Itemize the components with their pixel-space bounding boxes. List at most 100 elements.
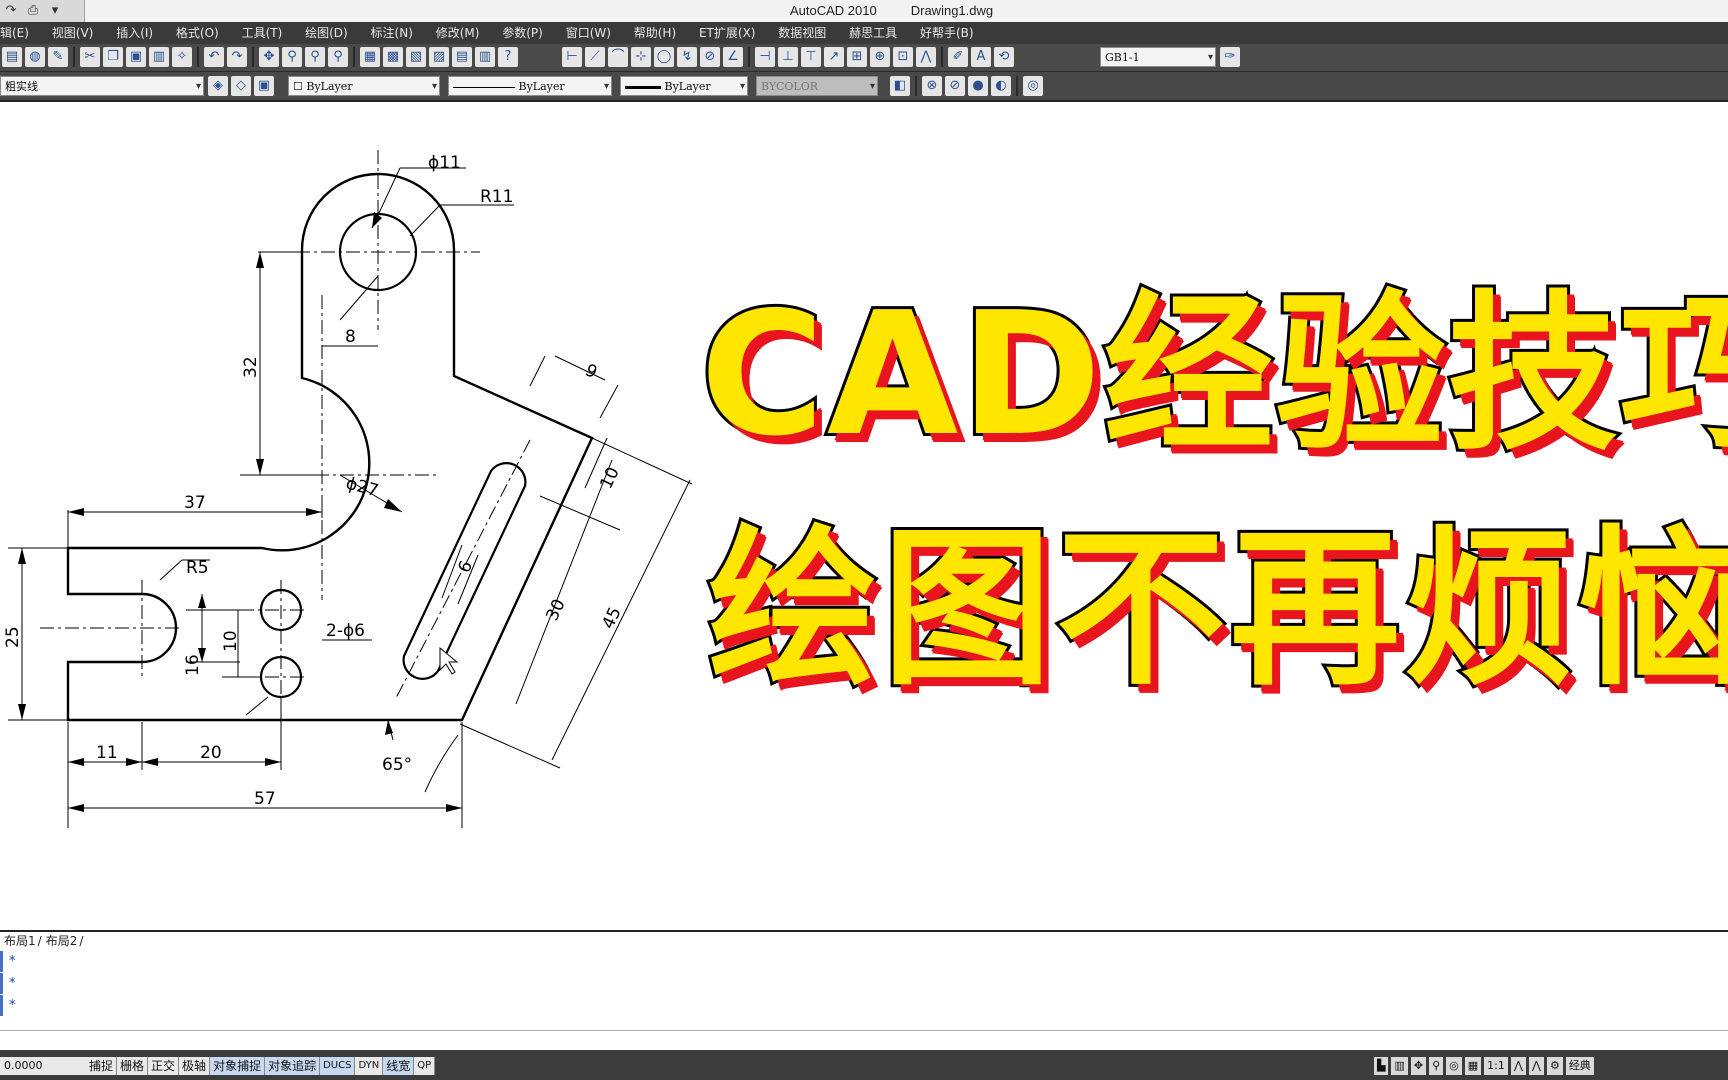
menu-express[interactable]: ET扩展(X) [689, 22, 765, 44]
workspace-switch[interactable]: 经典 [1565, 1057, 1594, 1075]
dimstyle-select[interactable]: GB1-1 ▾ [1100, 47, 1216, 67]
mode-polar[interactable]: 极轴 [179, 1057, 211, 1075]
dim-update-icon[interactable]: ⟲ [994, 47, 1014, 67]
layer-states-icon[interactable]: ▣ [254, 76, 274, 96]
visual-styles-manager-icon[interactable]: ◎ [1023, 76, 1043, 96]
match-properties-icon[interactable]: ▥ [149, 47, 169, 67]
menu-draw[interactable]: 绘图(D) [295, 22, 357, 44]
mode-qp[interactable]: QP [414, 1057, 436, 1075]
plotstyle-select[interactable]: BYCOLOR ▾ [756, 76, 878, 96]
steering-wheel-icon[interactable]: ◎ [1446, 1057, 1462, 1075]
command-window[interactable]: * * * [0, 950, 1728, 1031]
inspect-icon[interactable]: ⊡ [893, 47, 913, 67]
hidden-icon[interactable]: ⊘ [945, 76, 965, 96]
mode-lineweight[interactable]: 线宽 [383, 1057, 415, 1075]
menu-dimension[interactable]: 标注(N) [361, 22, 422, 44]
auto-scale-icon[interactable]: ⋀ [1528, 1057, 1544, 1075]
menu-insert[interactable]: 插入(I) [106, 22, 162, 44]
design-center-icon[interactable]: ▩ [383, 47, 403, 67]
mode-osnap[interactable]: 对象捕捉 [210, 1057, 266, 1075]
linear-dim-icon[interactable]: ⊢ [562, 47, 582, 67]
print-icon[interactable]: ⎙ [22, 0, 44, 22]
dim-text-edit-icon[interactable]: A [971, 47, 991, 67]
open-icon[interactable]: ▤ [2, 47, 22, 67]
help-icon[interactable]: ? [498, 47, 518, 67]
zoom-icon[interactable]: ⚲ [1429, 1057, 1444, 1075]
menu-parametric[interactable]: 参数(P) [492, 22, 552, 44]
tab-layout1[interactable]: 布局1 [0, 932, 38, 951]
menu-tools[interactable]: 工具(T) [232, 22, 292, 44]
leader-icon[interactable]: ↗ [824, 47, 844, 67]
radius-icon[interactable]: ◯ [654, 47, 674, 67]
layout-icon[interactable]: ▥ [1391, 1057, 1408, 1075]
paste-icon[interactable]: ▣ [126, 47, 146, 67]
mode-dyn[interactable]: DYN [355, 1057, 384, 1075]
linetype-select[interactable]: ByLayer ▾ [448, 76, 612, 96]
dropdown-icon[interactable]: ▾ [44, 0, 66, 22]
jog-line-icon[interactable]: ⋀ [916, 47, 936, 67]
layer-previous-icon[interactable]: ◇ [231, 76, 251, 96]
layer-select[interactable]: 粗实线 ▾ [0, 76, 204, 96]
copy-icon[interactable]: ❐ [103, 47, 123, 67]
command-line-2: * [0, 973, 1728, 994]
diameter-icon[interactable]: ⊘ [700, 47, 720, 67]
edit-icon[interactable]: ✎ [48, 47, 68, 67]
mode-snap[interactable]: 捕捉 [86, 1057, 118, 1075]
mode-grid[interactable]: 栅格 [117, 1057, 149, 1075]
arc-length-icon[interactable]: ⌒ [608, 47, 628, 67]
pan-icon[interactable]: ✥ [1410, 1057, 1427, 1075]
zoom-realtime-icon[interactable]: ⚲ [282, 47, 302, 67]
zoom-window-icon[interactable]: ⚲ [305, 47, 325, 67]
sheet-set-icon[interactable]: ▨ [429, 47, 449, 67]
properties-icon[interactable]: ▦ [360, 47, 380, 67]
pan-icon[interactable]: ✥ [259, 47, 279, 67]
lineweight-select[interactable]: ByLayer ▾ [620, 76, 748, 96]
menu-dataview[interactable]: 数据视图 [768, 22, 835, 44]
mode-otrack[interactable]: 对象追踪 [265, 1057, 321, 1075]
conceptual-icon[interactable]: ◐ [991, 76, 1011, 96]
menu-hesi-tools[interactable]: 赫思工具 [839, 22, 906, 44]
annotation-scale[interactable]: 1:1 [1484, 1057, 1508, 1075]
realistic-icon[interactable]: ● [968, 76, 988, 96]
calculator-icon[interactable]: ▥ [475, 47, 495, 67]
make-current-icon[interactable]: ◈ [208, 76, 228, 96]
menu-modify[interactable]: 修改(M) [426, 22, 489, 44]
file-name: Drawing1.dwg [910, 3, 994, 18]
angular-icon[interactable]: ∠ [723, 47, 743, 67]
mode-ortho[interactable]: 正交 [148, 1057, 180, 1075]
mode-ducs[interactable]: DUCS [320, 1057, 356, 1075]
showmotion-icon[interactable]: ▦ [1464, 1057, 1482, 1075]
markup-icon[interactable]: ▤ [452, 47, 472, 67]
menu-edit[interactable]: 辑(E) [0, 22, 38, 44]
color-select[interactable]: ☐ ByLayer ▾ [288, 76, 440, 96]
dimstyle-manager-icon[interactable]: ✑ [1220, 47, 1240, 67]
center-mark-icon[interactable]: ⊕ [870, 47, 890, 67]
quick-dim-icon[interactable]: ⊣ [755, 47, 775, 67]
tolerance-icon[interactable]: ⊞ [847, 47, 867, 67]
block-editor-icon[interactable]: ✧ [172, 47, 192, 67]
menu-view[interactable]: 视图(V) [42, 22, 103, 44]
publish-icon[interactable]: ◍ [25, 47, 45, 67]
redo-icon[interactable]: ↷ [0, 0, 22, 22]
menu-format[interactable]: 格式(O) [166, 22, 228, 44]
menu-helper[interactable]: 好帮手(B) [910, 22, 983, 44]
visual-style-icon[interactable]: ◧ [890, 76, 910, 96]
tool-palettes-icon[interactable]: ▧ [406, 47, 426, 67]
annotation-visibility-icon[interactable]: ⋀ [1510, 1057, 1526, 1075]
menu-help[interactable]: 帮助(H) [624, 22, 685, 44]
tab-layout2[interactable]: 布局2 [42, 932, 80, 951]
continue-icon[interactable]: ⊤ [801, 47, 821, 67]
jogged-icon[interactable]: ↯ [677, 47, 697, 67]
cut-icon[interactable]: ✂ [80, 47, 100, 67]
wireframe-icon[interactable]: ⊗ [922, 76, 942, 96]
undo-icon[interactable]: ↶ [204, 47, 224, 67]
menu-window[interactable]: 窗口(W) [556, 22, 620, 44]
redo-icon[interactable]: ↷ [227, 47, 247, 67]
gear-icon[interactable]: ⚙ [1546, 1057, 1563, 1075]
zoom-previous-icon[interactable]: ⚲ [328, 47, 348, 67]
model-icon[interactable]: ▙ [1374, 1057, 1389, 1075]
ordinate-icon[interactable]: ⊹ [631, 47, 651, 67]
aligned-dim-icon[interactable]: ⟋ [585, 47, 605, 67]
dim-edit-icon[interactable]: ✐ [948, 47, 968, 67]
baseline-icon[interactable]: ⊥ [778, 47, 798, 67]
